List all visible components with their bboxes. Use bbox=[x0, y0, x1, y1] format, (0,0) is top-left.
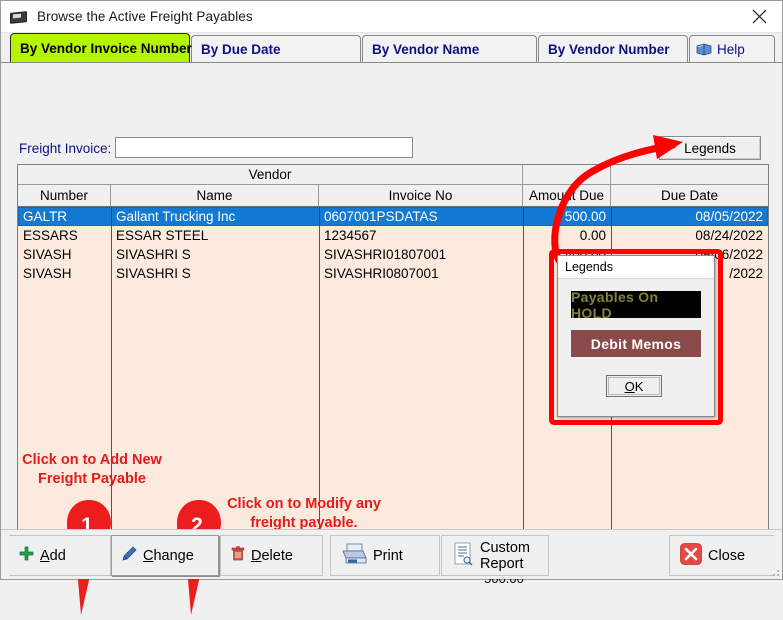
legends-ok-label: OK bbox=[625, 379, 644, 394]
column-header-due-date[interactable]: Due Date bbox=[611, 185, 768, 206]
cell-invoice-no: 1234567 bbox=[319, 226, 523, 245]
window-title: Browse the Active Freight Payables bbox=[37, 9, 253, 24]
cell-amount-due: 500.00 bbox=[523, 207, 611, 226]
change-button-label: Change bbox=[143, 548, 194, 564]
cell-due-date: 08/05/2022 bbox=[611, 207, 768, 226]
annotation-line: Click on to Add New bbox=[22, 452, 162, 468]
cell-number: SIVASH bbox=[18, 245, 111, 264]
annotation-callout-2-text: Click on to Modify any freight payable. bbox=[199, 495, 409, 533]
delete-button[interactable]: Delete bbox=[220, 535, 323, 576]
trash-icon bbox=[231, 546, 245, 565]
column-header-number[interactable]: Number bbox=[18, 185, 111, 206]
legends-dialog-title: Legends bbox=[558, 256, 714, 279]
custom-report-button-label: Custom Report bbox=[480, 540, 530, 572]
title-bar: Browse the Active Freight Payables bbox=[1, 1, 782, 33]
window-app-icon bbox=[10, 10, 28, 24]
close-red-icon bbox=[680, 543, 702, 569]
legends-button-label: Legends bbox=[684, 141, 736, 156]
close-button[interactable]: Close bbox=[669, 535, 774, 576]
cell-number: GALTR bbox=[18, 207, 111, 226]
help-book-icon bbox=[696, 43, 712, 56]
window-close-icon[interactable] bbox=[736, 1, 782, 32]
tab-by-due-date[interactable]: By Due Date bbox=[191, 35, 361, 62]
add-button[interactable]: Add bbox=[9, 535, 111, 576]
tab-label: By Vendor Name bbox=[372, 42, 479, 57]
plus-icon bbox=[19, 546, 34, 565]
tab-strip: By Vendor Invoice Number By Due Date By … bbox=[1, 33, 782, 62]
label-line-2: Report bbox=[480, 556, 524, 572]
cell-invoice-no: 0607001PSDATAS bbox=[319, 207, 523, 226]
close-button-label: Close bbox=[708, 548, 745, 564]
cell-due-date: 08/24/2022 bbox=[611, 226, 768, 245]
column-header-invoice-no[interactable]: Invoice No bbox=[319, 185, 523, 206]
report-icon bbox=[452, 542, 474, 570]
group-header-due-date-spacer bbox=[611, 165, 768, 184]
grid-header-row: Number Name Invoice No Amount Due Due Da… bbox=[18, 185, 768, 207]
add-button-label: Add bbox=[40, 548, 66, 564]
legends-dialog: Legends Payables On HOLD Debit Memos OK bbox=[557, 255, 715, 417]
legend-debit-memos: Debit Memos bbox=[571, 330, 701, 357]
change-button[interactable]: Change bbox=[111, 535, 219, 576]
cell-number: ESSARS bbox=[18, 226, 111, 245]
tab-label: By Vendor Invoice Number bbox=[20, 41, 192, 56]
tab-label: Help bbox=[717, 42, 745, 57]
legend-payables-on-hold: Payables On HOLD bbox=[571, 291, 701, 318]
column-header-amount-due[interactable]: Amount Due bbox=[523, 185, 611, 206]
tab-help[interactable]: Help bbox=[689, 35, 775, 62]
browse-freight-payables-window: Browse the Active Freight Payables By Ve… bbox=[0, 0, 783, 580]
table-row[interactable]: ESSARS ESSAR STEEL 1234567 0.00 08/24/20… bbox=[18, 226, 768, 245]
delete-button-label: Delete bbox=[251, 548, 293, 564]
group-header-amount-due-spacer bbox=[523, 165, 611, 184]
tab-label: By Vendor Number bbox=[548, 42, 670, 57]
group-header-vendor: Vendor bbox=[18, 165, 523, 184]
printer-icon bbox=[341, 543, 367, 569]
print-button-label: Print bbox=[373, 548, 403, 564]
resize-grip[interactable] bbox=[768, 565, 780, 577]
label-line-1: Custom bbox=[480, 540, 530, 556]
freight-invoice-label: Freight Invoice: bbox=[19, 141, 111, 156]
annotation-callout-1-text: Click on to Add New Freight Payable bbox=[13, 451, 171, 489]
cell-name: SIVASHRI S bbox=[111, 264, 319, 283]
client-area: Freight Invoice: Legends Vendor Number N… bbox=[1, 62, 782, 579]
tab-by-vendor-number[interactable]: By Vendor Number bbox=[538, 35, 688, 62]
tab-by-vendor-name[interactable]: By Vendor Name bbox=[362, 35, 537, 62]
footer-toolbar: Add Change bbox=[1, 529, 782, 579]
cell-invoice-no: SIVASHRI01807001 bbox=[319, 245, 523, 264]
annotation-line: Freight Payable bbox=[38, 471, 146, 487]
cell-invoice-no: SIVASHRI0807001 bbox=[319, 264, 523, 283]
print-button[interactable]: Print bbox=[330, 535, 440, 576]
cell-name: Gallant Trucking Inc bbox=[111, 207, 319, 226]
table-row[interactable]: GALTR Gallant Trucking Inc 0607001PSDATA… bbox=[18, 207, 768, 226]
legends-ok-button[interactable]: OK bbox=[606, 375, 662, 397]
tab-label: By Due Date bbox=[201, 42, 281, 57]
cell-name: SIVASHRI S bbox=[111, 245, 319, 264]
cell-number: SIVASH bbox=[18, 264, 111, 283]
cell-amount-due: 0.00 bbox=[523, 226, 611, 245]
tab-by-vendor-invoice-number[interactable]: By Vendor Invoice Number bbox=[10, 33, 190, 62]
annotation-line: Click on to Modify any bbox=[227, 496, 381, 512]
pencil-icon bbox=[122, 546, 137, 565]
legends-button[interactable]: Legends bbox=[659, 136, 761, 160]
custom-report-button[interactable]: Custom Report bbox=[441, 535, 549, 576]
grid-group-header-row: Vendor bbox=[18, 165, 768, 185]
cell-name: ESSAR STEEL bbox=[111, 226, 319, 245]
column-header-name[interactable]: Name bbox=[111, 185, 319, 206]
freight-invoice-input[interactable] bbox=[115, 137, 413, 158]
